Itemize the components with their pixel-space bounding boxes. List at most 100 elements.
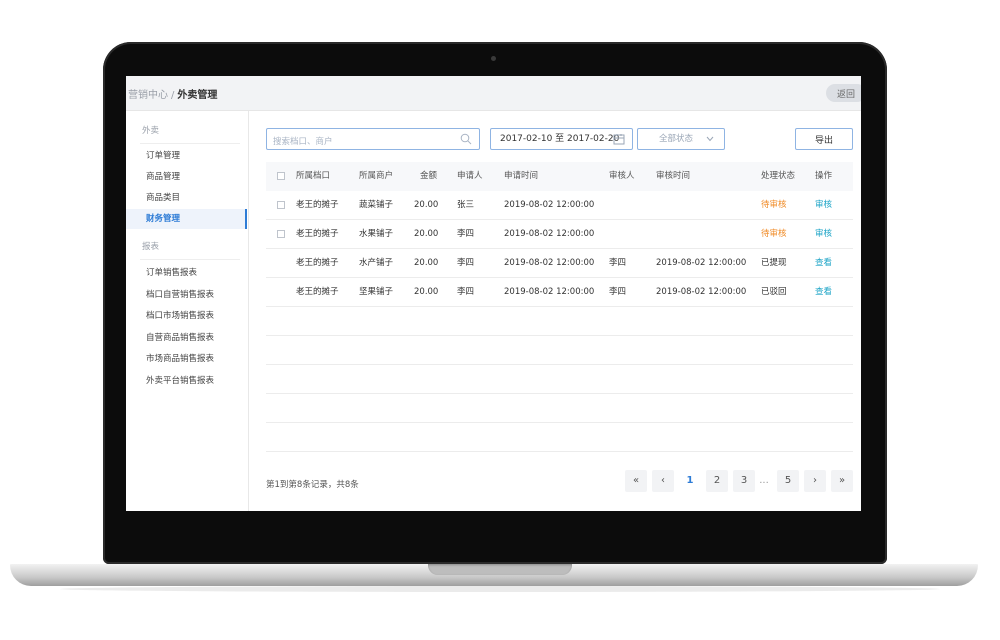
laptop-notch: [428, 564, 572, 575]
sidebar: 外卖 订单管理 商品管理 商品类目 财务管理 报表 订单销售报表 档口自营销售报…: [126, 111, 249, 511]
page-button-1[interactable]: 1: [679, 470, 701, 492]
table-row: 老王的摊子 水果铺子 20.00 李四 2019-08-02 12:00:00 …: [266, 220, 853, 249]
page-button-5[interactable]: 5: [777, 470, 799, 492]
search-icon[interactable]: [460, 133, 472, 145]
cell-status: 已提现: [761, 258, 787, 268]
review-link[interactable]: 审核: [815, 191, 832, 220]
chevron-down-icon: [706, 136, 714, 142]
prev-page-button[interactable]: ‹: [652, 470, 674, 492]
view-link[interactable]: 查看: [815, 278, 832, 307]
review-link[interactable]: 审核: [815, 220, 832, 249]
date-range-picker[interactable]: 2017-02-10 至 2017-02-20: [490, 128, 633, 150]
header-amount: 金额: [420, 171, 438, 181]
search-box: [266, 128, 480, 152]
status-select[interactable]: 全部状态: [637, 128, 725, 150]
sidebar-divider: [140, 259, 240, 260]
status-select-value: 全部状态: [659, 134, 694, 144]
cell-apply-time: 2019-08-02 12:00:00: [504, 287, 595, 297]
cell-stall: 老王的摊子: [296, 258, 339, 268]
breadcrumb-parent[interactable]: 营销中心: [128, 90, 168, 101]
laptop-shadow: [60, 586, 940, 592]
header-stall: 所属档口: [296, 171, 331, 181]
cell-amount: 20.00: [414, 200, 439, 210]
header-review-time: 审核时间: [656, 171, 691, 181]
cell-apply-time: 2019-08-02 12:00:00: [504, 200, 595, 210]
header-status: 处理状态: [761, 171, 796, 181]
table-header: 所属档口 所属商户 金额 申请人 申请时间 审核人 审核时间 处理状态 操作: [266, 162, 853, 191]
back-button[interactable]: 返回: [826, 84, 861, 102]
first-page-button[interactable]: «: [625, 470, 647, 492]
sidebar-item-finance[interactable]: 财务管理: [126, 209, 247, 229]
cell-stall: 老王的摊子: [296, 229, 339, 239]
sidebar-item-products[interactable]: 商品管理: [126, 167, 247, 187]
export-button[interactable]: 导出: [795, 128, 853, 150]
sidebar-group-reports: 报表: [142, 242, 160, 252]
breadcrumb-separator: /: [171, 90, 175, 101]
sidebar-item-orders[interactable]: 订单管理: [126, 146, 247, 166]
cell-apply-time: 2019-08-02 12:00:00: [504, 258, 595, 268]
header-applicant: 申请人: [457, 171, 483, 181]
next-page-button[interactable]: ›: [804, 470, 826, 492]
view-link[interactable]: 查看: [815, 249, 832, 278]
calendar-icon: [613, 134, 625, 145]
cell-stall: 老王的摊子: [296, 200, 339, 210]
top-bar: 营销中心 / 外卖管理 返回: [126, 76, 861, 111]
sidebar-item-platform-report[interactable]: 外卖平台销售报表: [126, 371, 247, 391]
table-row-empty: [266, 336, 853, 365]
cell-review-time: 2019-08-02 12:00:00: [656, 287, 747, 297]
page-button-3[interactable]: 3: [733, 470, 755, 492]
sidebar-item-market-product-report[interactable]: 市场商品销售报表: [126, 349, 247, 369]
sidebar-item-stall-market-report[interactable]: 档口市场销售报表: [126, 306, 247, 326]
cell-amount: 20.00: [414, 229, 439, 239]
row-checkbox[interactable]: [277, 230, 285, 238]
cell-merchant: 坚果铺子: [359, 287, 394, 297]
main-content: 2017-02-10 至 2017-02-20 全部状态 导出 所属档口 所属商…: [249, 111, 861, 511]
table-row-empty: [266, 423, 853, 452]
sidebar-divider: [140, 143, 240, 144]
cell-applicant: 张三: [457, 200, 475, 210]
header-action: 操作: [815, 171, 833, 181]
cell-status: 待审核: [761, 200, 787, 210]
app-screen: 营销中心 / 外卖管理 返回 外卖 订单管理 商品管理 商品类目 财务管理 报表 订…: [126, 76, 861, 511]
search-input[interactable]: [267, 132, 453, 152]
last-page-button[interactable]: »: [831, 470, 853, 492]
cell-stall: 老王的摊子: [296, 287, 339, 297]
pagination-ellipsis: ...: [759, 475, 769, 486]
cell-amount: 20.00: [414, 258, 439, 268]
cell-merchant: 蔬菜铺子: [359, 200, 394, 210]
sidebar-group-takeout: 外卖: [142, 126, 160, 136]
cell-merchant: 水产铺子: [359, 258, 394, 268]
date-range-value: 2017-02-10 至 2017-02-20: [500, 134, 620, 144]
breadcrumb: 营销中心 / 外卖管理: [128, 86, 217, 101]
sidebar-item-categories[interactable]: 商品类目: [126, 188, 247, 208]
records-table: 所属档口 所属商户 金额 申请人 申请时间 审核人 审核时间 处理状态 操作 老…: [266, 162, 853, 452]
cell-status: 已驳回: [761, 287, 787, 297]
sidebar-item-order-sales-report[interactable]: 订单销售报表: [126, 263, 247, 283]
cell-applicant: 李四: [457, 229, 475, 239]
cell-amount: 20.00: [414, 287, 439, 297]
table-row-empty: [266, 394, 853, 423]
cell-reviewer: 李四: [609, 287, 627, 297]
sidebar-item-stall-own-report[interactable]: 档口自营销售报表: [126, 285, 247, 305]
cell-merchant: 水果铺子: [359, 229, 394, 239]
row-checkbox[interactable]: [277, 201, 285, 209]
camera-dot: [491, 56, 496, 61]
cell-applicant: 李四: [457, 258, 475, 268]
table-row: 老王的摊子 蔬菜铺子 20.00 张三 2019-08-02 12:00:00 …: [266, 191, 853, 220]
page-button-2[interactable]: 2: [706, 470, 728, 492]
record-summary: 第1到第8条记录，共8条: [266, 480, 359, 490]
cell-apply-time: 2019-08-02 12:00:00: [504, 229, 595, 239]
table-row: 老王的摊子 坚果铺子 20.00 李四 2019-08-02 12:00:00 …: [266, 278, 853, 307]
cell-reviewer: 李四: [609, 258, 627, 268]
cell-status: 待审核: [761, 229, 787, 239]
header-apply-time: 申请时间: [504, 171, 539, 181]
sidebar-item-own-product-report[interactable]: 自营商品销售报表: [126, 328, 247, 348]
header-merchant: 所属商户: [359, 171, 394, 181]
cell-applicant: 李四: [457, 287, 475, 297]
select-all-checkbox[interactable]: [277, 172, 285, 180]
breadcrumb-current: 外卖管理: [177, 90, 218, 101]
table-row-empty: [266, 307, 853, 336]
cell-review-time: 2019-08-02 12:00:00: [656, 258, 747, 268]
table-row: 老王的摊子 水产铺子 20.00 李四 2019-08-02 12:00:00 …: [266, 249, 853, 278]
header-reviewer: 审核人: [609, 171, 635, 181]
